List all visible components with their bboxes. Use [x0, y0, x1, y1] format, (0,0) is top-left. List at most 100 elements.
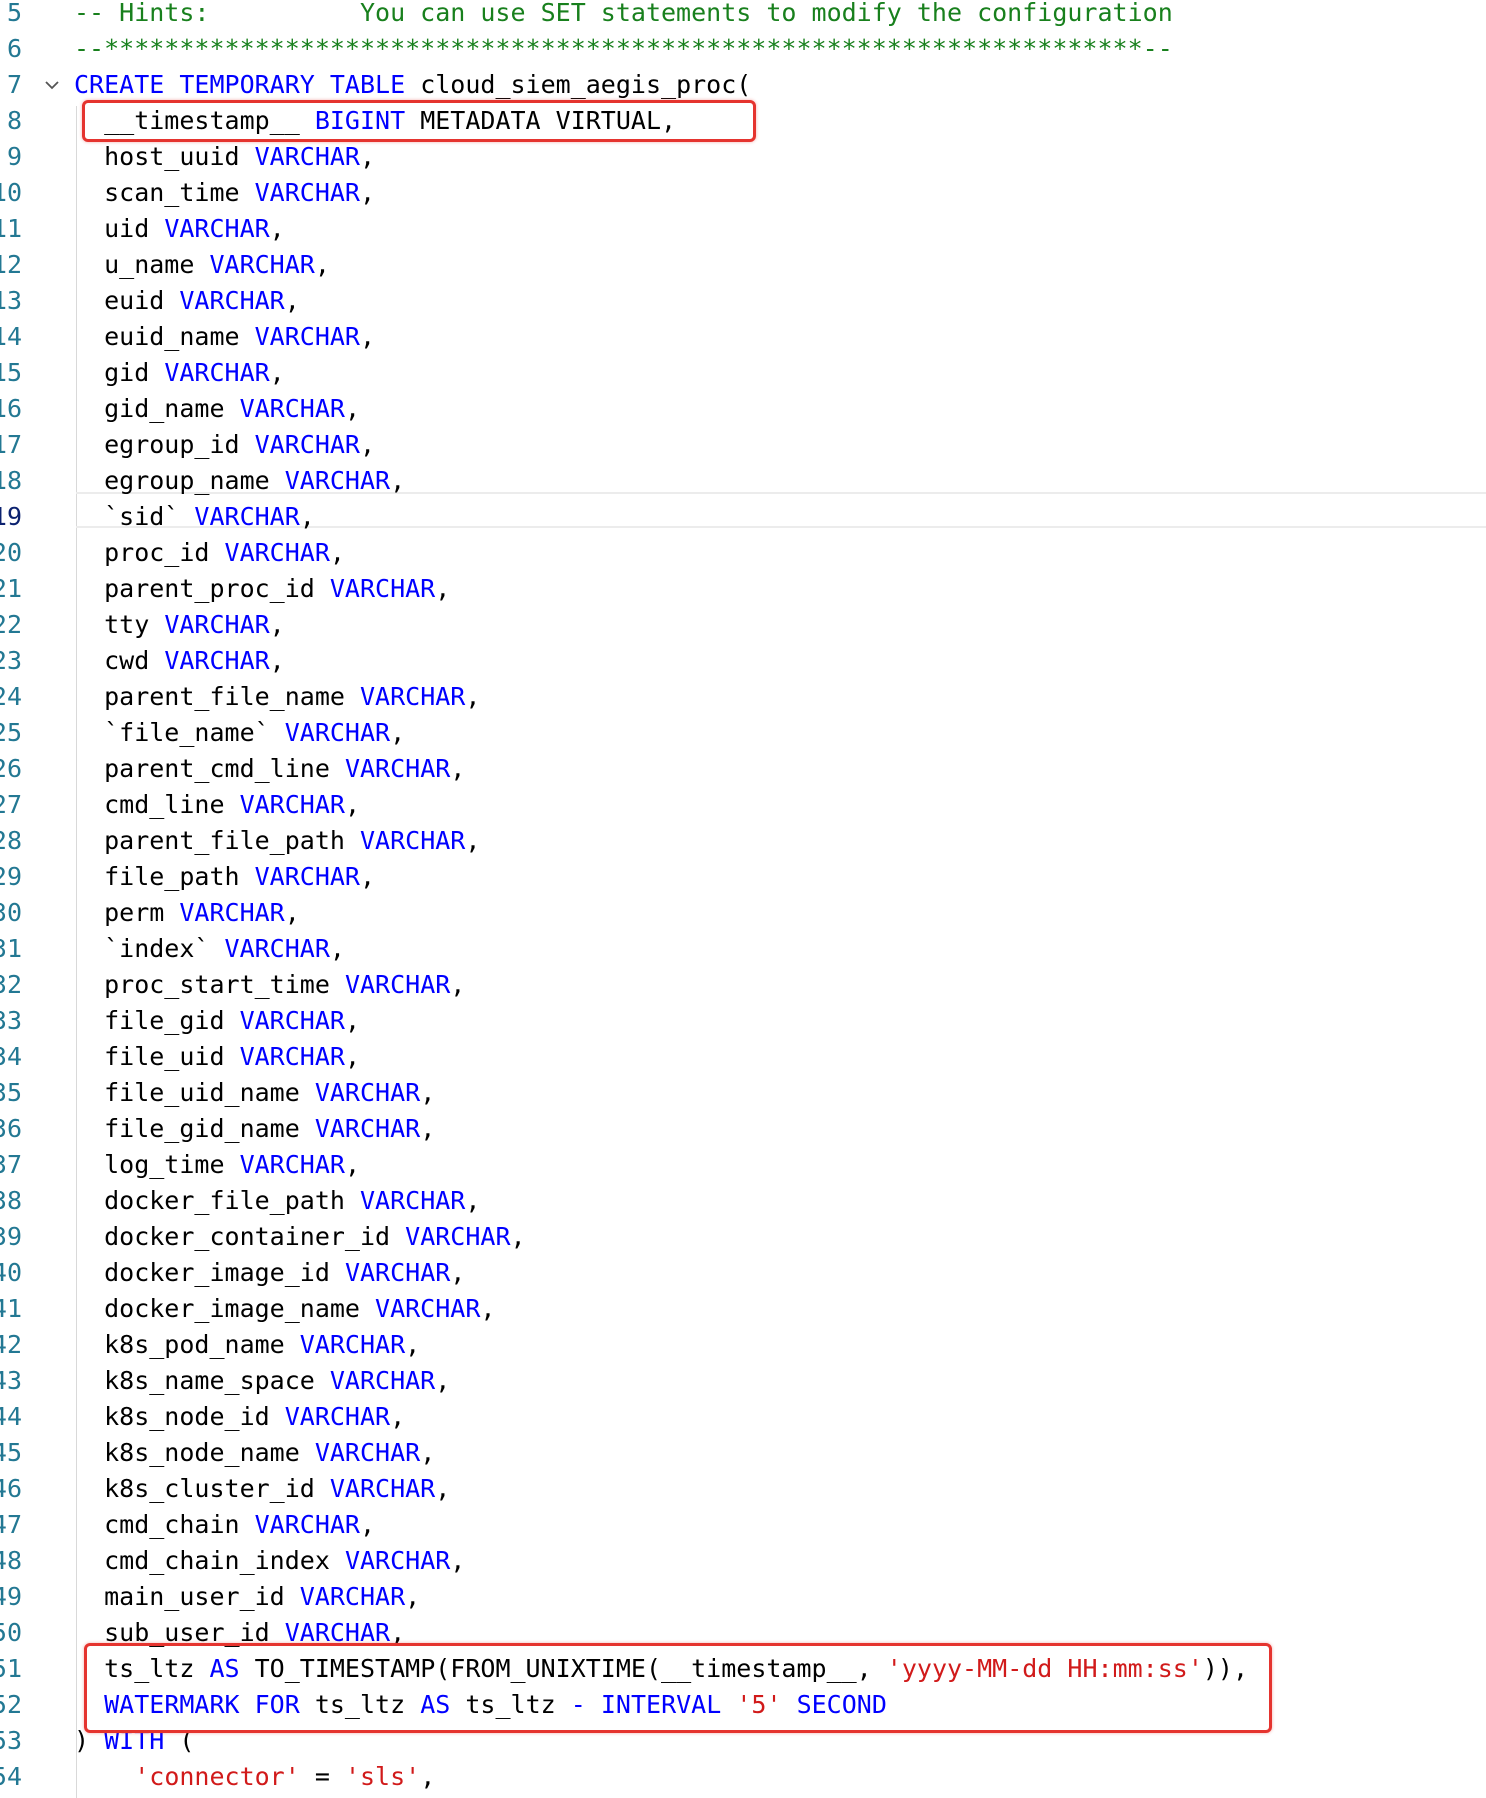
code-token: VARCHAR [359, 1186, 466, 1215]
code-line[interactable]: 12 u_name VARCHAR, [0, 247, 1486, 283]
code-line[interactable]: 25 `file_name` VARCHAR, [0, 715, 1486, 751]
code-token: k8s_cluster_id [74, 1474, 330, 1503]
code-token: , [344, 1042, 360, 1071]
code-line[interactable]: 19 `sid` VARCHAR, [0, 499, 1486, 535]
code-line[interactable]: 38 docker_file_path VARCHAR, [0, 1183, 1486, 1219]
line-number: 40 [0, 1258, 22, 1287]
line-number: 20 [0, 538, 22, 567]
code-token: VARCHAR [239, 394, 345, 423]
line-number: 48 [0, 1546, 22, 1575]
code-line[interactable]: 43 k8s_name_space VARCHAR, [0, 1363, 1486, 1399]
code-line[interactable]: 47 cmd_chain VARCHAR, [0, 1507, 1486, 1543]
code-line[interactable]: 23 cwd VARCHAR, [0, 643, 1486, 679]
code-text: k8s_node_id VARCHAR, [74, 1399, 405, 1435]
code-token: parent_file_name [74, 682, 360, 711]
code-line[interactable]: 40 docker_image_id VARCHAR, [0, 1255, 1486, 1291]
code-token: , [344, 790, 360, 819]
code-line[interactable]: 45 k8s_node_name VARCHAR, [0, 1435, 1486, 1471]
code-token: , [269, 214, 285, 243]
code-text: docker_image_name VARCHAR, [74, 1291, 495, 1327]
code-token: = [299, 1762, 345, 1791]
code-line[interactable]: 22 tty VARCHAR, [0, 607, 1486, 643]
code-token: docker_image_id [74, 1258, 345, 1287]
code-line[interactable]: 28 parent_file_path VARCHAR, [0, 823, 1486, 859]
code-token: , [344, 1150, 360, 1179]
code-token: file_gid [74, 1006, 240, 1035]
code-line[interactable]: 33 file_gid VARCHAR, [0, 1003, 1486, 1039]
code-token: file_gid_name [74, 1114, 315, 1143]
code-line[interactable]: 32 proc_start_time VARCHAR, [0, 967, 1486, 1003]
line-number: 54 [0, 1762, 22, 1791]
line-number: 39 [0, 1222, 22, 1251]
code-token: , [435, 574, 451, 603]
code-line[interactable]: 27 cmd_line VARCHAR, [0, 787, 1486, 823]
code-line[interactable]: 26 parent_cmd_line VARCHAR, [0, 751, 1486, 787]
code-line[interactable]: 49 main_user_id VARCHAR, [0, 1579, 1486, 1615]
code-line[interactable]: 41 docker_image_name VARCHAR, [0, 1291, 1486, 1327]
code-token: VARCHAR [254, 178, 360, 207]
code-line[interactable]: 36 file_gid_name VARCHAR, [0, 1111, 1486, 1147]
line-number: 13 [0, 286, 22, 315]
code-line[interactable]: 6 --*************************************… [0, 31, 1486, 67]
code-token: VARCHAR [284, 718, 391, 747]
code-token: k8s_pod_name [74, 1330, 300, 1359]
code-line[interactable]: 46 k8s_cluster_id VARCHAR, [0, 1471, 1486, 1507]
line-number: 14 [0, 322, 22, 351]
code-token: , [405, 1582, 421, 1611]
code-token: uid [74, 214, 165, 243]
line-number: 5 [6, 0, 22, 27]
code-token: egroup_id [74, 430, 255, 459]
code-token: u_name [74, 250, 210, 279]
code-token: VARCHAR [254, 430, 360, 459]
code-line[interactable]: 15 gid VARCHAR, [0, 355, 1486, 391]
code-token: VARCHAR [359, 826, 466, 855]
code-line[interactable]: 29 file_path VARCHAR, [0, 859, 1486, 895]
code-token: VARCHAR [254, 1510, 360, 1539]
code-token: log_time [74, 1150, 240, 1179]
code-line[interactable]: 31 `index` VARCHAR, [0, 931, 1486, 967]
code-text: gid VARCHAR, [74, 355, 285, 391]
line-number: 19 [0, 502, 22, 531]
code-line[interactable]: 48 cmd_chain_index VARCHAR, [0, 1543, 1486, 1579]
code-line[interactable]: 39 docker_container_id VARCHAR, [0, 1219, 1486, 1255]
code-token: tty [74, 610, 165, 639]
code-line[interactable]: 5 -- Hints: You can use SET statements to… [0, 0, 1486, 31]
code-token: , [465, 1186, 481, 1215]
code-line[interactable]: 35 file_uid_name VARCHAR, [0, 1075, 1486, 1111]
code-line[interactable]: 24 parent_file_name VARCHAR, [0, 679, 1486, 715]
code-text: `sid` VARCHAR, [74, 499, 315, 535]
code-line[interactable]: 13 euid VARCHAR, [0, 283, 1486, 319]
code-line[interactable]: 11 uid VARCHAR, [0, 211, 1486, 247]
code-line[interactable]: 30 perm VARCHAR, [0, 895, 1486, 931]
code-editor[interactable]: 5 -- Hints: You can use SET statements to… [0, 0, 1486, 1798]
code-line[interactable]: 20 proc_id VARCHAR, [0, 535, 1486, 571]
code-line[interactable]: 37 log_time VARCHAR, [0, 1147, 1486, 1183]
code-line[interactable]: 10 scan_time VARCHAR, [0, 175, 1486, 211]
code-line[interactable]: 18 egroup_name VARCHAR, [0, 463, 1486, 499]
code-line[interactable]: 44 k8s_node_id VARCHAR, [0, 1399, 1486, 1435]
code-line[interactable]: 17 egroup_id VARCHAR, [0, 427, 1486, 463]
code-line[interactable]: 34 file_uid VARCHAR, [0, 1039, 1486, 1075]
code-line[interactable]: 7 CREATE TEMPORARY TABLE cloud_siem_aegis… [0, 67, 1486, 103]
code-line[interactable]: 54 'connector' = 'sls', [0, 1759, 1486, 1795]
code-token: VARCHAR [164, 214, 270, 243]
code-line[interactable]: 16 gid_name VARCHAR, [0, 391, 1486, 427]
code-token: VARCHAR [194, 502, 300, 531]
code-token: VARCHAR [329, 1474, 436, 1503]
code-token: CREATE TEMPORARY TABLE [74, 70, 406, 99]
line-number: 10 [0, 178, 22, 207]
code-line[interactable]: 9 host_uuid VARCHAR, [0, 139, 1486, 175]
code-token: , [405, 1330, 421, 1359]
line-number: 6 [6, 34, 22, 63]
code-line[interactable]: 21 parent_proc_id VARCHAR, [0, 571, 1486, 607]
code-token: , [284, 286, 300, 315]
line-number: 9 [6, 142, 22, 171]
code-token: VARCHAR [239, 1150, 345, 1179]
code-text: proc_id VARCHAR, [74, 535, 345, 571]
line-number: 25 [0, 718, 22, 747]
line-number: 52 [0, 1690, 22, 1719]
code-line[interactable]: 14 euid_name VARCHAR, [0, 319, 1486, 355]
chevron-down-icon[interactable] [40, 67, 64, 103]
code-line[interactable]: 42 k8s_pod_name VARCHAR, [0, 1327, 1486, 1363]
code-token: gid_name [74, 394, 240, 423]
